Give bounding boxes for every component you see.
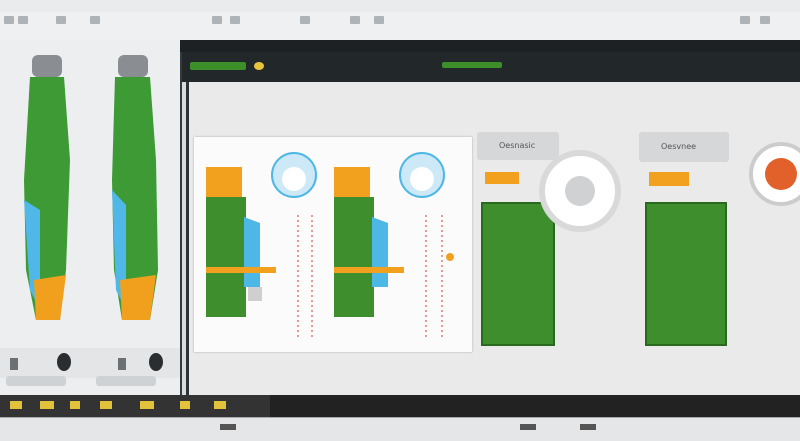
schematic [206,152,454,337]
control-icon[interactable] [10,358,18,370]
component-label-2: Oesvnee [661,142,697,151]
knob-icon[interactable] [149,353,163,371]
editor-tabs [180,40,800,52]
layer-chip[interactable] [442,62,502,68]
toolbar-icon[interactable] [740,16,750,24]
editor-toolbar [182,52,800,82]
component-label-1: Oesnasic [499,141,536,150]
file-icon[interactable] [18,16,28,24]
progress-strip [0,395,800,417]
status-bar [0,417,800,441]
app-icon[interactable] [4,16,14,24]
toolbar-icon[interactable] [212,16,222,24]
probe-cap-1 [34,275,66,320]
component-2[interactable]: Oesvnee [639,132,759,347]
control-icon[interactable] [118,358,126,370]
slider[interactable] [6,376,66,386]
layer-chip[interactable] [190,62,246,70]
left-panel [0,40,182,395]
toolbar-icon[interactable] [300,16,310,24]
schematic-sheet [194,137,472,352]
probe-view [0,55,180,386]
design-canvas[interactable]: Oesnasic Oesvnee [186,82,800,397]
green-block [645,202,727,346]
toolbar-icon[interactable] [230,16,240,24]
zoom-icon[interactable] [539,150,621,232]
probe-tip-2 [118,55,148,77]
menu-bar [0,12,800,41]
toolbar-icon[interactable] [350,16,360,24]
edit-icon[interactable] [56,16,66,24]
toolbar-icon[interactable] [760,16,770,24]
slider[interactable] [96,376,156,386]
status-icon [254,62,264,70]
probe-cap-2 [120,275,156,320]
probe-tip-1 [32,55,62,77]
toolbar-icon[interactable] [374,16,384,24]
knob-icon[interactable] [57,353,71,371]
component-header: Oesnasic [477,132,559,160]
green-block [481,202,555,346]
component-header: Oesvnee [639,132,729,162]
view-icon[interactable] [90,16,100,24]
